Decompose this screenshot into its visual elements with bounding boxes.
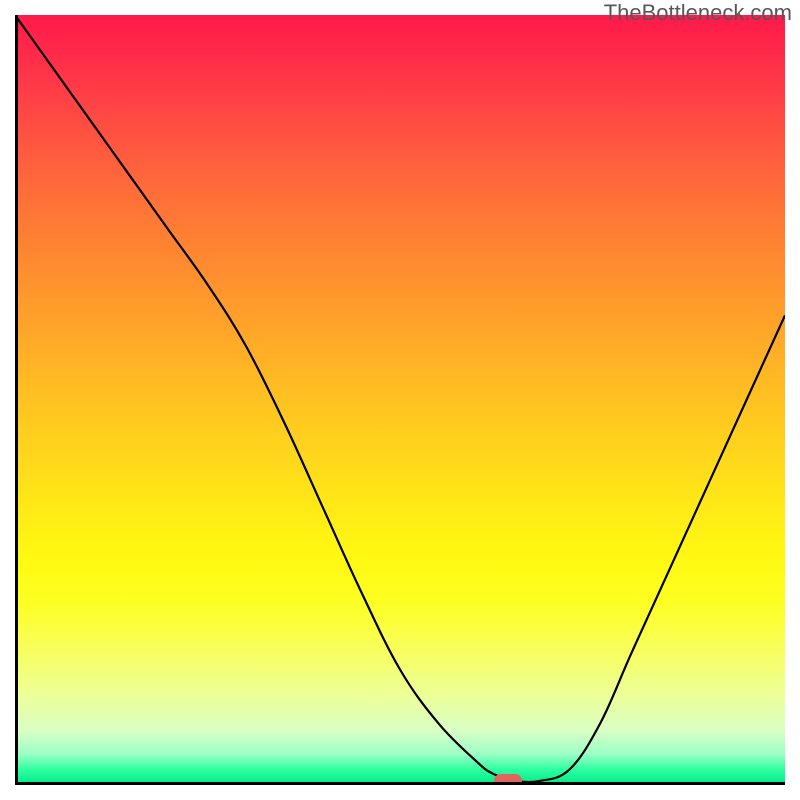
curve-layer: [15, 15, 785, 785]
bottleneck-curve-path: [15, 15, 785, 782]
plot-area: [15, 15, 785, 785]
watermark-text: TheBottleneck.com: [604, 0, 792, 26]
y-axis: [15, 15, 18, 785]
x-axis: [15, 782, 785, 785]
bottleneck-chart: TheBottleneck.com: [0, 0, 800, 800]
